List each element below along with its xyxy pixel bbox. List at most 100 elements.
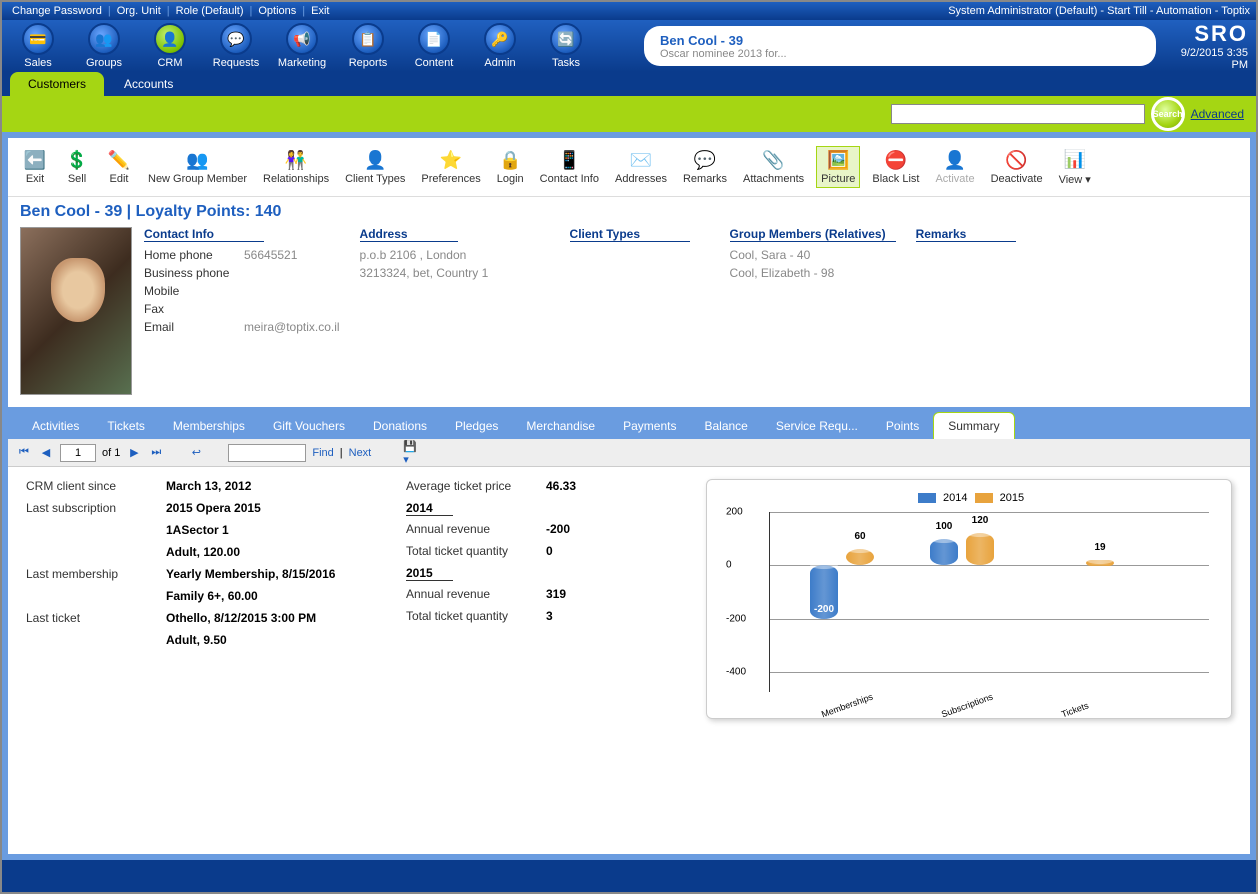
menu-org-unit[interactable]: Org. Unit bbox=[113, 5, 165, 17]
main-btn-content[interactable]: 📄Content bbox=[406, 23, 462, 69]
chart-xlabel: Tickets bbox=[1060, 700, 1090, 719]
summary-row: Last ticketOthello, 8/12/2015 3:00 PM bbox=[26, 611, 406, 625]
action-attachments[interactable]: 📎Attachments bbox=[739, 147, 808, 187]
contact-row: Home phone56645521 bbox=[144, 248, 340, 262]
main-btn-requests[interactable]: 💬Requests bbox=[208, 23, 264, 69]
client-types-col: Client Types bbox=[570, 227, 710, 395]
action-preferences[interactable]: ⭐Preferences bbox=[417, 147, 484, 187]
address-line2: 3213324, bet, Country 1 bbox=[360, 266, 489, 280]
back-icon[interactable]: ↩ bbox=[188, 445, 204, 461]
main-btn-tasks[interactable]: 🔄Tasks bbox=[538, 23, 594, 69]
main-toolbar: 💳Sales👥Groups👤CRM💬Requests📢Marketing📋Rep… bbox=[2, 20, 1256, 72]
sales-icon: 💳 bbox=[22, 23, 54, 55]
action-edit[interactable]: ✏️Edit bbox=[102, 147, 136, 187]
main-btn-sales[interactable]: 💳Sales bbox=[10, 23, 66, 69]
first-page-icon[interactable]: ⏮ bbox=[16, 445, 32, 461]
detail-tab-pledges[interactable]: Pledges bbox=[441, 413, 512, 439]
action-toolbar: ⬅️Exit💲Sell✏️Edit👥New Group Member👫Relat… bbox=[8, 138, 1250, 197]
detail-tab-donations[interactable]: Donations bbox=[359, 413, 441, 439]
marketing-icon: 📢 bbox=[286, 23, 318, 55]
action-deactivate[interactable]: 🚫Deactivate bbox=[987, 147, 1047, 187]
detail-tabs: ActivitiesTicketsMembershipsGift Voucher… bbox=[8, 413, 1250, 439]
summary-row: CRM client sinceMarch 13, 2012 bbox=[26, 479, 406, 493]
tab-accounts[interactable]: Accounts bbox=[106, 72, 191, 96]
summary-left: CRM client sinceMarch 13, 2012 Last subsc… bbox=[26, 479, 406, 842]
menu-options[interactable]: Options bbox=[254, 5, 300, 17]
search-result-sub: Oscar nominee 2013 for... bbox=[660, 48, 1140, 60]
address-header: Address bbox=[360, 227, 458, 242]
search-strip: Search Advanced bbox=[2, 96, 1256, 132]
detail-tab-service-requ-[interactable]: Service Requ... bbox=[762, 413, 872, 439]
action-new-group-member[interactable]: 👥New Group Member bbox=[144, 147, 251, 187]
search-button[interactable]: Search bbox=[1151, 97, 1185, 131]
page-number-input[interactable] bbox=[60, 444, 96, 462]
action-login[interactable]: 🔒Login bbox=[493, 147, 528, 187]
page-of-label: of 1 bbox=[102, 447, 120, 459]
main-btn-admin[interactable]: 🔑Admin bbox=[472, 23, 528, 69]
search-input[interactable] bbox=[891, 104, 1145, 124]
year-header: 2014 bbox=[406, 501, 453, 516]
detail-tab-memberships[interactable]: Memberships bbox=[159, 413, 259, 439]
action-exit[interactable]: ⬅️Exit bbox=[18, 147, 52, 187]
chart-bar: 120 bbox=[966, 533, 994, 565]
action-addresses[interactable]: ✉️Addresses bbox=[611, 147, 671, 187]
tab-customers[interactable]: Customers bbox=[10, 72, 104, 96]
action-contact-info[interactable]: 📱Contact Info bbox=[536, 147, 603, 187]
detail-tab-payments[interactable]: Payments bbox=[609, 413, 690, 439]
main-btn-groups[interactable]: 👥Groups bbox=[76, 23, 132, 69]
detail-tab-gift-vouchers[interactable]: Gift Vouchers bbox=[259, 413, 359, 439]
view--icon: 📊 bbox=[1064, 149, 1086, 171]
new-group-member-icon: 👥 bbox=[187, 149, 209, 171]
main-btn-crm[interactable]: 👤CRM bbox=[142, 23, 198, 69]
chart-gridline bbox=[770, 512, 1209, 513]
remarks-icon: 💬 bbox=[694, 149, 716, 171]
year-header: 2015 bbox=[406, 566, 453, 581]
action-client-types[interactable]: 👤Client Types bbox=[341, 147, 409, 187]
summary-row: Adult, 120.00 bbox=[26, 545, 406, 559]
detail-tab-balance[interactable]: Balance bbox=[690, 413, 761, 439]
find-input[interactable] bbox=[228, 444, 306, 462]
next-link[interactable]: Next bbox=[349, 447, 372, 459]
summary-row: Family 6+, 60.00 bbox=[26, 589, 406, 603]
action-relationships[interactable]: 👫Relationships bbox=[259, 147, 333, 187]
summary-row: Last subscription2015 Opera 2015 bbox=[26, 501, 406, 515]
groups-icon: 👥 bbox=[88, 23, 120, 55]
find-link[interactable]: Find bbox=[312, 447, 333, 459]
attachments-icon: 📎 bbox=[763, 149, 785, 171]
action-view-[interactable]: 📊View ▾ bbox=[1055, 147, 1095, 188]
next-page-icon[interactable]: ▶ bbox=[126, 445, 142, 461]
action-remarks[interactable]: 💬Remarks bbox=[679, 147, 731, 187]
advanced-search-link[interactable]: Advanced bbox=[1191, 107, 1244, 121]
global-search-result[interactable]: Ben Cool - 39 Oscar nominee 2013 for... bbox=[644, 26, 1156, 66]
contact-row: Business phone bbox=[144, 266, 340, 280]
export-icon[interactable]: 💾▾ bbox=[403, 445, 419, 461]
detail-tab-activities[interactable]: Activities bbox=[18, 413, 93, 439]
detail-tab-tickets[interactable]: Tickets bbox=[93, 413, 159, 439]
chart-xlabel: Subscriptions bbox=[940, 692, 994, 720]
main-btn-reports[interactable]: 📋Reports bbox=[340, 23, 396, 69]
chart-ylabel: 0 bbox=[726, 560, 732, 571]
action-black-list[interactable]: ⛔Black List bbox=[868, 147, 923, 187]
detail-tab-merchandise[interactable]: Merchandise bbox=[512, 413, 609, 439]
menu-change-password[interactable]: Change Password bbox=[8, 5, 106, 17]
prev-page-icon[interactable]: ◀ bbox=[38, 445, 54, 461]
legend-label: 2014 bbox=[940, 492, 971, 504]
chart-bar: -200 bbox=[810, 565, 838, 618]
action-picture[interactable]: 🖼️Picture bbox=[816, 146, 860, 188]
menu-exit[interactable]: Exit bbox=[307, 5, 333, 17]
chart-bar: 60 bbox=[846, 549, 874, 565]
remarks-header: Remarks bbox=[916, 227, 1017, 242]
main-btn-marketing[interactable]: 📢Marketing bbox=[274, 23, 330, 69]
chart-bar: 19 bbox=[1086, 560, 1114, 566]
customer-body: Contact Info Home phone56645521Business … bbox=[8, 227, 1250, 407]
last-page-icon[interactable]: ⏭ bbox=[148, 445, 164, 461]
detail-tab-points[interactable]: Points bbox=[872, 413, 933, 439]
action-sell[interactable]: 💲Sell bbox=[60, 147, 94, 187]
summary-right: Average ticket price46.332014Annual reve… bbox=[406, 479, 706, 842]
menu-role[interactable]: Role (Default) bbox=[172, 5, 248, 17]
detail-tab-summary[interactable]: Summary bbox=[933, 412, 1014, 439]
chart-bar-value: 19 bbox=[1094, 542, 1105, 553]
edit-icon: ✏️ bbox=[108, 149, 130, 171]
group-members-header: Group Members (Relatives) bbox=[730, 227, 896, 242]
summary-row: Annual revenue319 bbox=[406, 587, 706, 601]
